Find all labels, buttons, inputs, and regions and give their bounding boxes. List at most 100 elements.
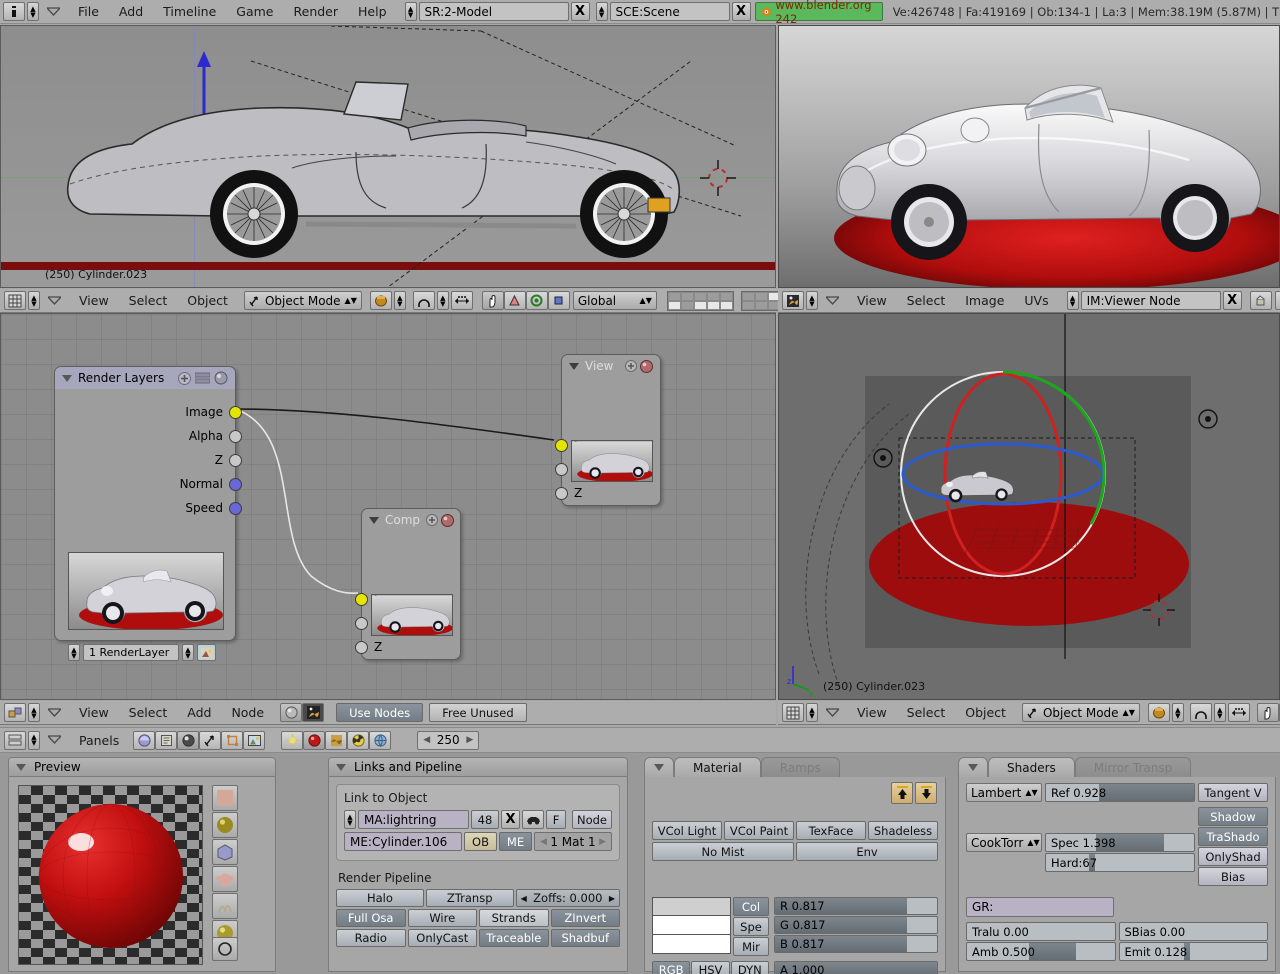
color-swatches[interactable] xyxy=(652,897,731,956)
viewport-right-shading-spinner[interactable]: ▲▼ xyxy=(1172,703,1184,722)
zoffs-slider[interactable]: ◀ Zoffs: 0.000 ▶ xyxy=(516,889,620,907)
arrow-down-icon[interactable] xyxy=(915,782,937,804)
menu-add[interactable]: Add xyxy=(109,4,153,19)
render-layer-browse-spinner[interactable]: ▲▼ xyxy=(68,644,80,661)
transform-orientation-dropdown[interactable]: Global ▲▼ xyxy=(573,291,657,310)
node-options-icon[interactable] xyxy=(195,372,210,384)
manipulator-translate-icon[interactable] xyxy=(482,291,504,310)
logic-buttons-icon[interactable] xyxy=(133,731,155,750)
spec-slider[interactable]: Spec 1.398 xyxy=(1045,833,1195,852)
node-menu-node[interactable]: Node xyxy=(221,705,274,720)
node-header[interactable]: Comp xyxy=(362,509,460,531)
specular-shader-dropdown[interactable]: CookTorr ▲▼ xyxy=(966,833,1042,852)
info-icon[interactable] xyxy=(3,2,25,21)
node-material-icon[interactable] xyxy=(640,360,653,373)
slider-a[interactable]: A 1.000 xyxy=(774,961,938,974)
render-result-preview[interactable] xyxy=(778,25,1280,288)
viewport-right-menu-view[interactable]: View xyxy=(847,705,897,720)
viewport-menu-object[interactable]: Object xyxy=(177,293,238,308)
material-nodes-icon[interactable] xyxy=(280,703,302,722)
diffuse-shader-dropdown[interactable]: Lambert ▲▼ xyxy=(966,783,1042,802)
image-menu-view[interactable]: View xyxy=(847,293,897,308)
node-menu-collapse-icon[interactable] xyxy=(48,706,61,720)
node-add-icon[interactable] xyxy=(178,372,191,385)
viewport-right-rotate-around-icon[interactable] xyxy=(1190,703,1212,722)
tab-shaders[interactable]: Shaders xyxy=(988,757,1075,777)
preview-type-buttons[interactable] xyxy=(212,785,238,946)
world-buttons-icon[interactable] xyxy=(369,731,391,750)
vcol-paint-button[interactable]: VCol Paint xyxy=(724,821,794,840)
socket-z-dot[interactable] xyxy=(355,641,368,654)
node-material-icon[interactable] xyxy=(441,514,454,527)
hard-slider[interactable]: Hard:67 xyxy=(1045,853,1195,872)
material-fake-user-button[interactable]: F xyxy=(546,810,566,829)
viewport-right-editor-type-spinner[interactable]: ▲▼ xyxy=(806,703,818,722)
panel-collapse-icon[interactable] xyxy=(336,764,346,771)
grid-editor-icon[interactable] xyxy=(4,291,26,310)
halo-button[interactable]: Halo xyxy=(336,889,424,907)
script-buttons-icon[interactable] xyxy=(155,731,177,750)
menu-collapse-icon[interactable] xyxy=(47,5,60,19)
lamp-buttons-icon[interactable] xyxy=(281,731,303,750)
image-menu-image[interactable]: Image xyxy=(955,293,1014,308)
panel-preview-header[interactable]: Preview xyxy=(8,757,276,777)
frame-number-field[interactable]: ◀ 250 ▶ xyxy=(417,731,479,750)
col-button[interactable]: Col xyxy=(733,897,769,916)
panel-collapse-icon[interactable] xyxy=(16,764,26,771)
free-unused-button[interactable]: Free Unused xyxy=(429,703,526,722)
viewport-right-pivot-spinner[interactable]: ▲▼ xyxy=(1214,703,1226,722)
viewport-3d-left[interactable]: (250) Cylinder.023 xyxy=(0,25,776,288)
screen-browse-spinner[interactable]: ▲▼ xyxy=(405,2,417,21)
menu-game[interactable]: Game xyxy=(226,4,283,19)
menu-timeline[interactable]: Timeline xyxy=(153,4,226,19)
onlyshad-button[interactable]: OnlyShad xyxy=(1198,847,1268,866)
slider-g[interactable]: G 0.817 xyxy=(774,916,938,934)
amb-slider[interactable]: Amb 0.500 xyxy=(966,942,1116,961)
node-input-z[interactable]: Z xyxy=(362,635,460,659)
ref-slider[interactable]: Ref 0.928 xyxy=(1045,783,1195,802)
render-layer-next-spinner[interactable]: ▲▼ xyxy=(182,644,194,661)
material-nav-buttons[interactable] xyxy=(891,782,937,804)
panel-links-header[interactable]: Links and Pipeline xyxy=(328,757,628,777)
full-osa-button[interactable]: Full Osa xyxy=(336,909,406,927)
plane-preview-icon[interactable] xyxy=(212,785,238,811)
viewport-right-manipulator-translate-icon[interactable] xyxy=(1257,703,1279,722)
socket-z-dot[interactable] xyxy=(555,487,568,500)
node-output-normal[interactable]: Normal xyxy=(55,472,235,496)
editing-buttons-icon[interactable] xyxy=(221,731,243,750)
interaction-mode-dropdown[interactable]: Object Mode ▲▼ xyxy=(244,291,362,310)
material-users-button[interactable]: 48 xyxy=(471,810,499,829)
slider-b[interactable]: B 0.817 xyxy=(774,935,938,953)
dyn-button[interactable]: DYN xyxy=(731,961,769,974)
swatch-col[interactable] xyxy=(652,897,731,916)
texture-buttons-icon[interactable] xyxy=(325,731,347,750)
material-nodes-button[interactable]: Node xyxy=(572,810,612,829)
halo-ring-icon[interactable] xyxy=(212,937,238,961)
viewport-right-mode-dropdown[interactable]: Object Mode ▲▼ xyxy=(1022,703,1140,722)
viewport-right-menu-collapse-icon[interactable] xyxy=(826,706,839,720)
shadbuf-button[interactable]: Shadbuf xyxy=(551,929,621,947)
screen-name-field[interactable]: SR:2-Model xyxy=(419,2,569,21)
socket-normal-dot[interactable] xyxy=(229,478,242,491)
node-render-layers[interactable]: Render Layers Image Alpha Z xyxy=(54,366,236,641)
image-name-field[interactable]: IM:Viewer Node xyxy=(1081,291,1221,310)
node-add-icon[interactable] xyxy=(625,360,637,372)
node-output-image[interactable]: Image xyxy=(55,400,235,424)
viewport-right-proportional-icon[interactable] xyxy=(1228,703,1250,722)
viewport-shading-spinner[interactable]: ▲▼ xyxy=(394,291,406,310)
node-output-z[interactable]: Z xyxy=(55,448,235,472)
scene-delete-button[interactable]: X xyxy=(732,2,751,21)
shadeless-button[interactable]: Shadeless xyxy=(868,821,938,840)
viewport-right-menu-object[interactable]: Object xyxy=(955,705,1016,720)
hair-preview-icon[interactable] xyxy=(212,893,238,919)
rgb-button[interactable]: RGB xyxy=(652,961,690,974)
node-header[interactable]: View xyxy=(562,355,660,377)
no-mist-button[interactable]: No Mist xyxy=(652,842,794,861)
spe-button[interactable]: Spe xyxy=(733,917,769,936)
grid-editor-icon[interactable] xyxy=(782,703,804,722)
socket-image-dot[interactable] xyxy=(229,406,242,419)
node-input-z[interactable]: Z xyxy=(562,481,660,505)
wire-button[interactable]: Wire xyxy=(408,909,478,927)
material-autoname-icon[interactable] xyxy=(522,810,544,829)
manipulator-handle-icon[interactable] xyxy=(548,291,570,310)
